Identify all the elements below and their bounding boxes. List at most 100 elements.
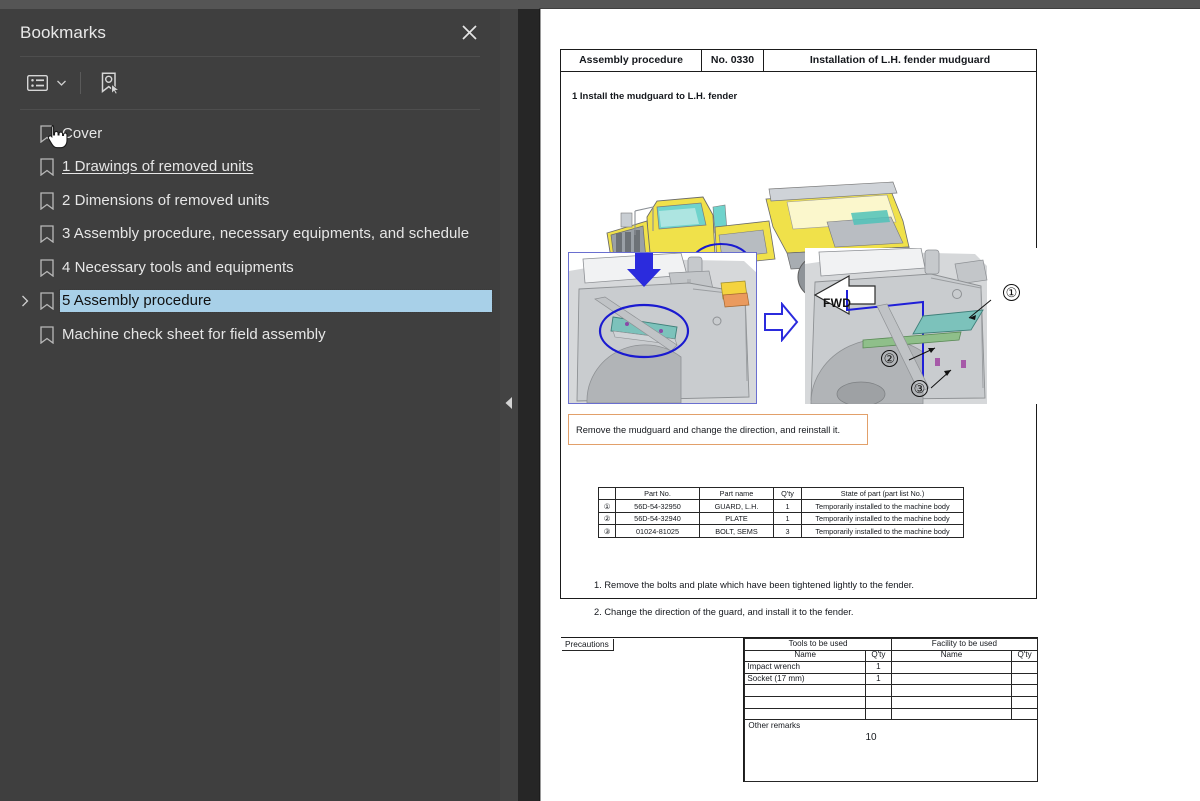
detail-view-before <box>568 252 757 404</box>
bookmark-item-assembly-procedure[interactable]: 5 Assembly procedure <box>0 285 500 319</box>
facility-name-header: Name <box>890 649 1013 663</box>
tool-name-cell: Impact wrench <box>744 661 867 674</box>
assembly-procedure-sheet: Assembly procedure No. 0330 Installation… <box>541 9 1200 801</box>
parts-col-qty: Q'ty <box>773 486 802 501</box>
twisty-placeholder <box>16 184 34 217</box>
facility-name-cell <box>890 695 1013 709</box>
bookmark-item-machine-check-sheet[interactable]: Machine check sheet for field assembly <box>0 318 500 352</box>
bookmarks-panel-header: Bookmarks <box>0 9 500 56</box>
parts-cell-state: Temporarily installed to the machine bod… <box>801 499 964 513</box>
sheet-header-category: Assembly procedure <box>561 50 702 71</box>
facility-name-cell <box>890 684 1013 697</box>
tool-qty-cell <box>865 707 892 721</box>
tools-name-header: Name <box>744 649 867 663</box>
bookmark-icon <box>34 259 60 277</box>
pdf-viewer-window: Bookmarks Cover 1 Drawings of removed un… <box>0 0 1200 801</box>
bookmark-item-necessary-tools-and-equipments[interactable]: 4 Necessary tools and equipments <box>0 251 500 285</box>
tool-name-cell <box>744 695 867 709</box>
tool-qty-cell <box>865 695 892 709</box>
bookmark-icon <box>34 292 60 311</box>
tf-column-header-row: Name Q'ty Name Q'ty <box>744 649 1038 663</box>
parts-cell-state: Temporarily installed to the machine bod… <box>801 511 964 526</box>
parts-col-part-name: Part name <box>699 486 774 501</box>
bookmark-item-assembly-procedure-equipments-schedule[interactable]: 3 Assembly procedure, necessary equipmen… <box>0 218 500 252</box>
list-options-icon[interactable] <box>20 68 54 98</box>
parts-table: Part No. Part name Q'ty State of part (p… <box>598 486 964 538</box>
bookmark-item-drawings-of-removed-units[interactable]: 1 Drawings of removed units <box>0 151 500 185</box>
other-remarks-label: Other remarks <box>748 721 801 731</box>
callout-2: ② <box>881 350 898 367</box>
bookmark-icon <box>34 192 60 210</box>
bookmark-item-label: Machine check sheet for field assembly <box>62 325 326 343</box>
facility-qty-cell <box>1011 672 1038 686</box>
tool-qty-cell: 1 <box>865 672 892 686</box>
table-row <box>744 695 1038 709</box>
bookmarks-panel: Bookmarks Cover 1 Drawings of removed un… <box>0 0 500 801</box>
sheet-header-title: Installation of L.H. fender mudguard <box>809 54 991 66</box>
tool-name-cell <box>744 707 867 721</box>
twisty-placeholder <box>16 251 34 284</box>
facility-name-cell <box>890 661 1013 674</box>
chevron-right-icon[interactable] <box>16 285 34 318</box>
bookmark-item-label: 5 Assembly procedure <box>59 289 493 314</box>
tools-qty-header: Q'ty <box>865 649 892 663</box>
table-row: Impact wrench 1 <box>744 661 1038 674</box>
parts-cell-qty: 1 <box>773 511 802 526</box>
page-number: 10 <box>865 732 877 743</box>
bookmark-pointer-icon[interactable] <box>93 68 127 98</box>
parts-cell-part-no: 56D-54-32940 <box>615 511 700 526</box>
sheet-footer-tables: Precautions Tools to be used Facility to… <box>561 637 1039 782</box>
tools-facility-table: Tools to be used Facility to be used Nam… <box>744 638 1039 721</box>
triangle-left-icon[interactable] <box>503 395 515 411</box>
facility-name-cell <box>890 707 1013 721</box>
bookmarks-toolbar <box>0 57 500 109</box>
detail-view-after: FWD ① ② ③ <box>805 248 1040 404</box>
bookmark-item-cover[interactable]: Cover <box>0 117 500 151</box>
parts-col-part-no: Part No. <box>615 486 700 501</box>
facility-qty-cell <box>1011 684 1038 697</box>
document-viewer[interactable]: Assembly procedure No. 0330 Installation… <box>518 0 1200 801</box>
parts-cell-state: Temporarily installed to the machine bod… <box>801 524 964 538</box>
tools-facility-wrap: Tools to be used Facility to be used Nam… <box>744 638 1039 782</box>
parts-cell-part-name: GUARD, L.H. <box>699 499 774 513</box>
step-title: 1 Install the mudguard to L.H. fender <box>572 91 738 102</box>
parts-cell-part-name: PLATE <box>699 511 774 526</box>
parts-cell-num: ① <box>598 499 616 513</box>
bookmark-list: Cover 1 Drawings of removed units 2 Dime… <box>0 110 500 352</box>
bookmark-icon <box>34 225 60 244</box>
parts-cell-part-no: 56D-54-32950 <box>615 499 700 513</box>
bookmark-item-dimensions-of-removed-units[interactable]: 2 Dimensions of removed units <box>0 184 500 218</box>
tool-name-cell <box>744 684 867 697</box>
procedure-step-1: 1. Remove the bolts and plate which have… <box>594 580 914 590</box>
precautions-label: Precautions <box>562 639 614 651</box>
facility-qty-cell <box>1011 661 1038 674</box>
parts-cell-qty: 3 <box>773 524 802 538</box>
chevron-down-icon[interactable] <box>54 68 68 98</box>
bookmark-icon <box>34 125 60 143</box>
twisty-placeholder <box>16 151 34 184</box>
callout-1: ① <box>1003 284 1020 301</box>
table-row: Socket (17 mm) 1 <box>744 672 1038 686</box>
bookmark-item-label: 1 Drawings of removed units <box>62 158 254 176</box>
tool-name-cell: Socket (17 mm) <box>744 672 867 686</box>
close-icon[interactable] <box>456 20 482 46</box>
panel-top-bar <box>0 0 500 9</box>
panel-title: Bookmarks <box>20 22 106 42</box>
panel-divider[interactable] <box>500 0 518 801</box>
parts-col-num <box>598 486 616 501</box>
table-row: ① 56D-54-32950 GUARD, L.H. 1 Temporarily… <box>598 499 964 513</box>
precautions-cell: Precautions <box>561 638 745 782</box>
parts-cell-part-name: BOLT, SEMS <box>699 524 774 538</box>
facility-name-cell <box>890 672 1013 686</box>
tools-group-header: Tools to be used <box>744 638 892 651</box>
bookmark-item-label: 2 Dimensions of removed units <box>62 191 270 209</box>
bookmark-icon <box>34 158 60 177</box>
parts-cell-num: ② <box>598 511 616 526</box>
facility-qty-cell <box>1011 707 1038 721</box>
pdf-page: Assembly procedure No. 0330 Installation… <box>540 9 1200 801</box>
twisty-placeholder <box>16 117 34 150</box>
sheet-header: Assembly procedure No. 0330 Installation… <box>560 49 1037 72</box>
parts-table-body: ① 56D-54-32950 GUARD, L.H. 1 Temporarily… <box>598 499 964 538</box>
transition-arrow-icon <box>763 301 799 347</box>
parts-table-head: Part No. Part name Q'ty State of part (p… <box>598 486 964 501</box>
